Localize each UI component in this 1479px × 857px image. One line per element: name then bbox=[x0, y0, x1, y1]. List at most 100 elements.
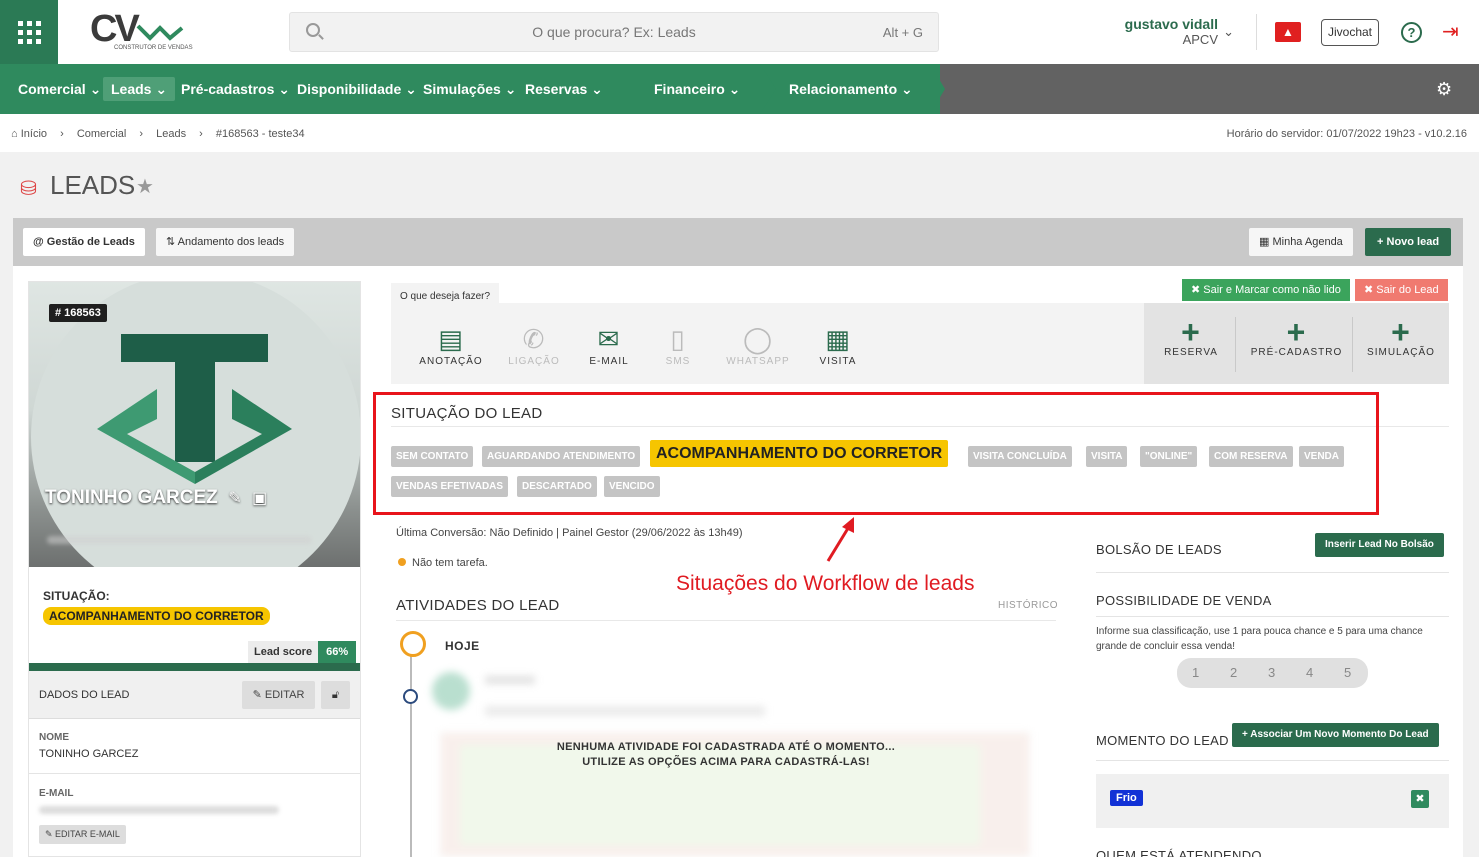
situacao-tag[interactable]: VENDAS EFETIVADAS bbox=[391, 476, 509, 497]
help-icon[interactable]: ? bbox=[1401, 22, 1422, 43]
user-menu[interactable]: gustavo vidall APCV ⌄ bbox=[1100, 16, 1240, 47]
possibilidade-description: Informe sua classificação, use 1 para po… bbox=[1096, 626, 1423, 652]
inserir-bolsao-button[interactable]: Inserir Lead No Bolsão bbox=[1315, 533, 1444, 557]
action-whatsapp[interactable]: ◯ WHATSAPP bbox=[718, 323, 798, 367]
tab-andamento-leads[interactable]: ⇅ Andamento dos leads bbox=[156, 228, 295, 256]
quick-simulacao[interactable]: + SIMULAÇÃO bbox=[1351, 303, 1451, 384]
action-email[interactable]: ✉ E-MAIL bbox=[569, 323, 649, 367]
breadcrumb-leads[interactable]: Leads bbox=[156, 128, 186, 140]
associar-momento-button[interactable]: + Associar Um Novo Momento Do Lead bbox=[1232, 723, 1439, 747]
minha-agenda-label: Minha Agenda bbox=[1272, 236, 1343, 248]
situacao-tag[interactable]: COM RESERVA bbox=[1209, 446, 1293, 467]
breadcrumb: ⌂ Início › Comercial › Leads › #168563 -… bbox=[11, 128, 305, 140]
situacao-tag[interactable]: VISITA CONCLUÍDA bbox=[968, 446, 1072, 467]
action-ligacao[interactable]: ✆ LIGAÇÃO bbox=[494, 323, 574, 367]
nav-reservas[interactable]: Reservas ⌄ bbox=[525, 64, 603, 114]
rating-selector[interactable]: 1 2 3 4 5 bbox=[1177, 658, 1368, 688]
nav-financeiro[interactable]: Financeiro ⌄ bbox=[654, 64, 740, 114]
nav-simulacoes[interactable]: Simulações ⌄ bbox=[423, 64, 516, 114]
possibilidade-title: POSSIBILIDADE DE VENDA bbox=[1096, 593, 1272, 608]
quem-atendendo-title: QUEM ESTÁ ATENDENDO bbox=[1096, 848, 1262, 857]
rating-option[interactable]: 4 bbox=[1306, 665, 1313, 680]
situacao-tag[interactable]: "ONLINE" bbox=[1140, 446, 1198, 467]
tab-andamento-label: Andamento dos leads bbox=[177, 236, 285, 248]
timeline-marker bbox=[403, 689, 418, 704]
logo[interactable]: CV CONSTRUTOR DE VENDAS bbox=[90, 10, 193, 54]
quick-pre-cadastro[interactable]: + PRÉ-CADASTRO bbox=[1244, 303, 1349, 384]
action-sms[interactable]: ▯ SMS bbox=[638, 323, 718, 367]
dados-header: DADOS DO LEAD ✎ EDITAR 🔓︎ bbox=[29, 671, 360, 719]
rating-option[interactable]: 2 bbox=[1230, 665, 1237, 680]
situacao-badge: ACOMPANHAMENTO DO CORRETOR bbox=[43, 607, 270, 625]
breadcrumb-comercial[interactable]: Comercial bbox=[77, 128, 127, 140]
lead-name-overlay: TONINHO GARCEZ ✎ ▣ bbox=[45, 487, 267, 509]
logout-icon[interactable]: ⇥ bbox=[1442, 21, 1464, 43]
atividades-title: ATIVIDADES DO LEAD bbox=[396, 597, 560, 614]
dados-label: DADOS DO LEAD bbox=[39, 689, 130, 701]
lead-score-label: Lead score bbox=[248, 641, 319, 663]
camera-icon[interactable]: ▣ bbox=[248, 490, 267, 507]
lead-score-value: 66% bbox=[318, 641, 357, 663]
associar-momento-label: Associar Um Novo Momento Do Lead bbox=[1250, 729, 1429, 740]
rating-option[interactable]: 5 bbox=[1344, 665, 1351, 680]
toolbar: @ Gestão de Leads ⇅ Andamento dos leads … bbox=[13, 218, 1463, 266]
lead-score-bar bbox=[29, 663, 360, 671]
nav-relacionamento[interactable]: Relacionamento ⌄ bbox=[789, 64, 913, 114]
divider bbox=[1096, 572, 1449, 573]
timeline-hoje: HOJE bbox=[445, 639, 480, 653]
rating-option[interactable]: 3 bbox=[1268, 665, 1275, 680]
unlock-icon[interactable]: 🔓︎ bbox=[321, 681, 350, 709]
server-time: Horário do servidor: 01/07/2022 19h23 - … bbox=[1226, 128, 1467, 140]
nav-comercial[interactable]: Comercial ⌄ bbox=[18, 64, 101, 114]
situacao-tag-active[interactable]: ACOMPANHAMENTO DO CORRETOR bbox=[650, 440, 949, 467]
nav-comercial-label: Comercial bbox=[18, 81, 86, 97]
bolsao-title: BOLSÃO DE LEADS bbox=[1096, 542, 1222, 557]
nav-pre-cadastros[interactable]: Pré-cadastros ⌄ bbox=[181, 64, 290, 114]
gear-icon[interactable]: ⚙ bbox=[1436, 79, 1452, 100]
novo-lead-button[interactable]: + Novo lead bbox=[1365, 228, 1452, 256]
situacao-tag[interactable]: AGUARDANDO ATENDIMENTO bbox=[482, 446, 641, 467]
star-icon[interactable]: ★ bbox=[136, 174, 154, 199]
nav-relacionamento-label: Relacionamento bbox=[789, 81, 898, 97]
historico-link[interactable]: HISTÓRICO bbox=[998, 600, 1058, 611]
edit-icon[interactable]: ✎ bbox=[224, 490, 241, 507]
divider bbox=[396, 620, 1056, 621]
jivochat-button[interactable]: Jivochat bbox=[1321, 19, 1379, 46]
situacao-tag[interactable]: VENDA bbox=[1299, 446, 1345, 467]
ultima-conversao: Última Conversão: Não Definido | Painel … bbox=[396, 527, 743, 539]
quick-reserva[interactable]: + RESERVA bbox=[1141, 303, 1241, 384]
nav-disponibilidade[interactable]: Disponibilidade ⌄ bbox=[297, 64, 417, 114]
editar-email-button[interactable]: ✎ EDITAR E-MAIL bbox=[39, 825, 126, 844]
home-icon: ⌂ bbox=[11, 128, 18, 140]
actions-panel: ▤ ANOTAÇÃO ✆ LIGAÇÃO ✉ E-MAIL ▯ SMS ◯ WHATSAP… bbox=[391, 303, 1144, 384]
quick-pre-cadastro-label: PRÉ-CADASTRO bbox=[1250, 347, 1343, 358]
situacao-tag[interactable]: VISITA bbox=[1086, 446, 1128, 467]
alert-icon[interactable]: ▲ bbox=[1275, 22, 1301, 42]
situacao-tag[interactable]: VENCIDO bbox=[604, 476, 660, 497]
situacao-tag[interactable]: SEM CONTATO bbox=[391, 446, 474, 467]
nav-leads[interactable]: Leads ⌄ bbox=[103, 77, 176, 101]
search-shortcut: Alt + G bbox=[882, 25, 923, 40]
divider bbox=[1096, 616, 1449, 617]
nome-value: TONINHO GARCEZ bbox=[39, 748, 139, 760]
page-title: LEADS bbox=[50, 170, 136, 200]
momento-tag: Frio bbox=[1110, 790, 1143, 806]
lead-score: Lead score 66% bbox=[248, 641, 357, 663]
breadcrumb-inicio[interactable]: Início bbox=[21, 128, 47, 140]
sair-do-lead-button[interactable]: ✖ Sair do Lead bbox=[1355, 279, 1448, 301]
search-bar[interactable]: O que procura? Ex: Leads Alt + G bbox=[289, 12, 939, 52]
close-icon[interactable]: ✖ bbox=[1411, 790, 1429, 808]
tab-gestao-leads[interactable]: @ Gestão de Leads bbox=[23, 228, 145, 256]
logo-subtitle: CONSTRUTOR DE VENDAS bbox=[114, 45, 193, 51]
action-visita[interactable]: ▦ VISITA bbox=[798, 323, 878, 367]
sair-marcar-nao-lido-button[interactable]: ✖ Sair e Marcar como não lido bbox=[1182, 279, 1350, 301]
rating-option[interactable]: 1 bbox=[1192, 665, 1199, 680]
action-anotacao[interactable]: ▤ ANOTAÇÃO bbox=[411, 323, 491, 367]
minha-agenda-button[interactable]: ▦ Minha Agenda bbox=[1249, 228, 1353, 256]
apps-grid-icon[interactable] bbox=[0, 0, 58, 64]
field-nome: NOME TONINHO GARCEZ bbox=[39, 732, 138, 760]
envelope-icon: ✉ bbox=[597, 324, 621, 354]
situacao-tag[interactable]: DESCARTADO bbox=[517, 476, 597, 497]
editar-button[interactable]: ✎ EDITAR bbox=[242, 681, 315, 709]
nav-reservas-label: Reservas bbox=[525, 81, 588, 97]
